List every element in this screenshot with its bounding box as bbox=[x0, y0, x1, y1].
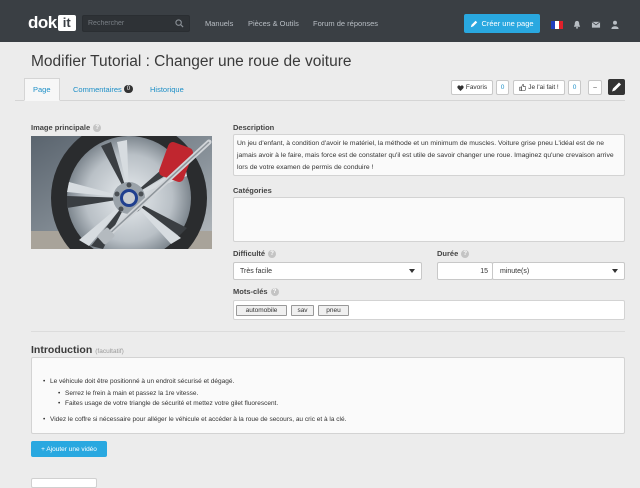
top-navbar: dok it Manuels Pièces & Outils Forum de … bbox=[0, 0, 640, 42]
done-label: Je l'ai fait ! bbox=[528, 84, 559, 91]
tab-page-label: Page bbox=[33, 85, 51, 94]
chevron-down-icon bbox=[612, 269, 618, 273]
duration-unit-value: minute(s) bbox=[500, 267, 530, 275]
user-icon[interactable] bbox=[610, 20, 620, 29]
list-item: Videz le coffre si nécessaire pour allég… bbox=[43, 416, 346, 423]
keyword-tag[interactable]: automobile bbox=[236, 305, 287, 316]
duration-label: Durée ? bbox=[437, 249, 470, 258]
keyword-tag[interactable]: pneu bbox=[318, 305, 349, 316]
create-page-button[interactable]: Créer une page bbox=[464, 14, 540, 33]
favorite-count: 0 bbox=[496, 80, 509, 95]
difficulty-select[interactable]: Très facile bbox=[233, 262, 422, 280]
list-item: Serrez le frein à main et passez la 1re … bbox=[58, 390, 198, 397]
heart-icon bbox=[457, 84, 464, 91]
nav-link-forum[interactable]: Forum de réponses bbox=[313, 19, 378, 28]
help-icon[interactable]: ? bbox=[268, 249, 277, 258]
nav-link-manuels[interactable]: Manuels bbox=[205, 19, 233, 28]
chevron-down-icon bbox=[409, 269, 415, 273]
list-item: Le véhicule doit être positionné à un en… bbox=[43, 378, 234, 385]
keywords-label-text: Mots-clés bbox=[233, 287, 268, 296]
description-label: Description bbox=[233, 123, 275, 132]
nav-link-pieces-outils[interactable]: Pièces & Outils bbox=[248, 19, 299, 28]
next-section-box[interactable] bbox=[31, 478, 97, 488]
introduction-optional: (facultatif) bbox=[95, 348, 124, 355]
section-divider bbox=[31, 331, 625, 332]
search-box bbox=[82, 15, 190, 32]
keywords-label: Mots-clés ? bbox=[233, 287, 279, 296]
tab-page[interactable]: Page bbox=[24, 78, 60, 101]
bell-icon[interactable] bbox=[572, 20, 582, 29]
pencil-icon bbox=[471, 20, 478, 27]
main-image-label-text: Image principale bbox=[31, 123, 91, 132]
comments-count-badge: 0 bbox=[123, 85, 134, 93]
language-flag-icon[interactable] bbox=[551, 21, 563, 29]
logo[interactable]: dok it bbox=[28, 13, 76, 32]
done-count: 0 bbox=[568, 80, 581, 95]
help-icon[interactable]: ? bbox=[461, 249, 470, 258]
pencil-icon bbox=[612, 82, 621, 92]
edit-button[interactable] bbox=[608, 79, 625, 95]
difficulty-label: Difficulté ? bbox=[233, 249, 277, 258]
duration-amount-input[interactable]: 15 bbox=[437, 262, 493, 280]
introduction-title: Introduction bbox=[31, 344, 93, 356]
keyword-tag[interactable]: sav bbox=[291, 305, 314, 316]
main-image[interactable] bbox=[31, 136, 212, 249]
logo-text: dok bbox=[28, 13, 57, 32]
done-button[interactable]: Je l'ai fait ! bbox=[513, 80, 565, 95]
thumbs-up-icon bbox=[519, 84, 527, 91]
search-input[interactable] bbox=[88, 17, 172, 30]
help-icon[interactable]: ? bbox=[270, 287, 279, 296]
search-icon[interactable] bbox=[175, 19, 184, 28]
logo-box: it bbox=[57, 15, 76, 31]
wheel-photo bbox=[31, 136, 212, 249]
tab-history-label: Historique bbox=[150, 84, 184, 94]
favorite-button[interactable]: Favoris bbox=[451, 80, 493, 95]
list-item: Faites usage de votre triangle de sécuri… bbox=[58, 400, 278, 407]
description-text: Un jeu d'enfant, à condition d'avoir le … bbox=[237, 140, 614, 171]
difficulty-value: Très facile bbox=[240, 267, 273, 275]
duration-unit-select[interactable]: minute(s) bbox=[492, 262, 625, 280]
tab-comments-label: Commentaires bbox=[73, 84, 122, 94]
mail-icon[interactable] bbox=[591, 20, 601, 29]
difficulty-label-text: Difficulté bbox=[233, 249, 266, 258]
add-video-button[interactable]: + Ajouter une vidéo bbox=[31, 441, 107, 457]
introduction-heading: Introduction (facultatif) bbox=[31, 344, 124, 356]
categories-field[interactable] bbox=[233, 197, 625, 242]
tab-comments[interactable]: Commentaires 0 bbox=[73, 78, 134, 100]
duration-label-text: Durée bbox=[437, 249, 459, 258]
tab-history[interactable]: Historique bbox=[150, 78, 184, 100]
minus-button[interactable]: – bbox=[588, 80, 602, 95]
main-image-label: Image principale ? bbox=[31, 123, 102, 132]
page-title: Modifier Tutorial : Changer une roue de … bbox=[31, 53, 352, 70]
favorite-label: Favoris bbox=[465, 84, 488, 91]
help-icon[interactable]: ? bbox=[93, 123, 102, 132]
categories-label: Catégories bbox=[233, 186, 272, 195]
create-page-label: Créer une page bbox=[481, 19, 534, 28]
duration-amount-value: 15 bbox=[480, 267, 488, 275]
